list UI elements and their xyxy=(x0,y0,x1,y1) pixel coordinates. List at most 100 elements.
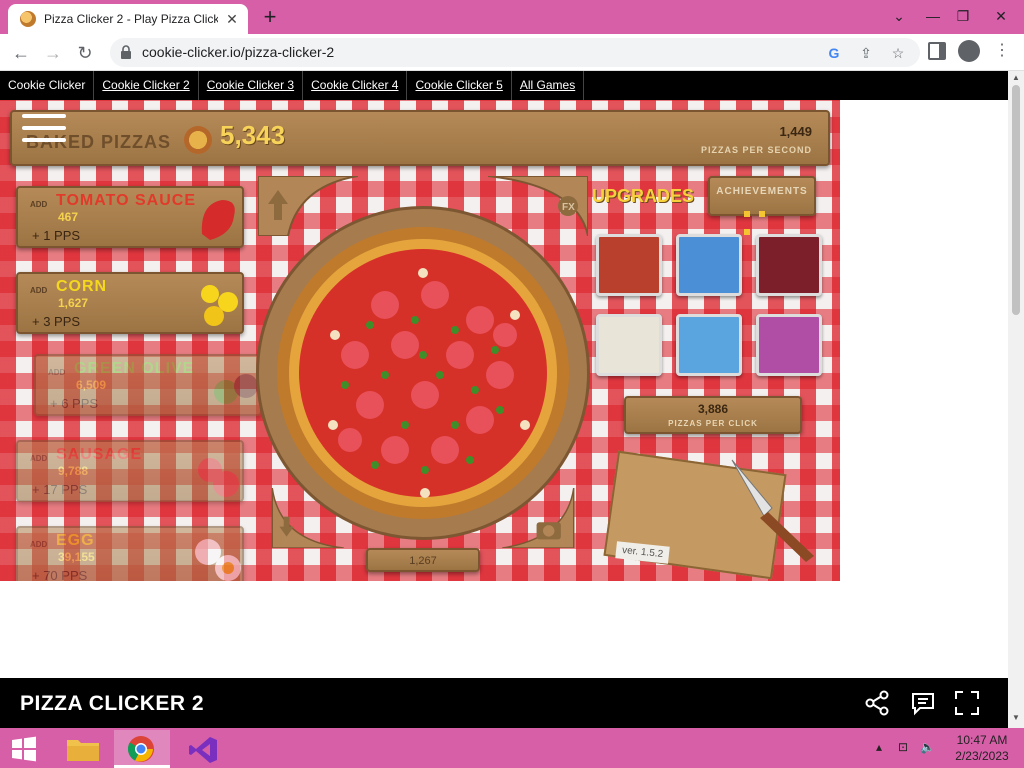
pizza-coin-icon xyxy=(184,126,212,154)
nav-link-cookie-clicker-4[interactable]: Cookie Clicker 4 xyxy=(303,71,408,100)
visual-studio-icon xyxy=(189,737,217,763)
lock-icon xyxy=(121,45,131,59)
fx-label: FX xyxy=(562,202,575,213)
ingredient-name: SAUSAGE xyxy=(56,446,143,463)
menu-kebab-icon[interactable]: ⋮ xyxy=(992,40,1012,62)
ppc-value: 3,886 xyxy=(697,402,729,416)
ingredient-add-label: ADD xyxy=(30,286,48,295)
ingredient-add-label: ADD xyxy=(30,540,48,549)
page-scrollbar[interactable]: ▲ ▼ xyxy=(1008,71,1024,728)
pizzas-per-click-panel: 3,886 PIZZAS PER CLICK xyxy=(624,396,802,434)
taskbar-visual-studio[interactable] xyxy=(176,730,232,768)
fullscreen-icon[interactable] xyxy=(954,690,980,716)
game-canvas[interactable]: BAKED PIZZAS 5,343 1,449 PIZZAS PER SECO… xyxy=(0,100,840,581)
upgrade-slot-2[interactable] xyxy=(676,234,742,296)
forward-icon[interactable]: → xyxy=(40,40,66,66)
nav-link-cookie-clicker-3[interactable]: Cookie Clicker 3 xyxy=(199,71,304,100)
new-tab-button[interactable]: + xyxy=(258,6,282,30)
knife-icon xyxy=(731,459,814,562)
scroll-thumb[interactable] xyxy=(1012,85,1020,315)
clock-date: 2/23/2023 xyxy=(955,749,1009,763)
upgrade-slot-5[interactable] xyxy=(676,314,742,376)
url-text: cookie-clicker.io/pizza-clicker-2 xyxy=(142,44,335,60)
windows-start-icon[interactable] xyxy=(10,736,38,762)
side-panel-icon[interactable] xyxy=(928,42,946,60)
upgrade-slot-6[interactable] xyxy=(756,314,822,376)
profile-avatar[interactable] xyxy=(958,40,980,62)
tab-title: Pizza Clicker 2 - Play Pizza Clicke xyxy=(44,12,218,26)
folder-icon xyxy=(67,740,99,761)
ingredient-sausage[interactable]: ADD SAUSAGE 9,788 + 17 PPS xyxy=(16,440,244,502)
ingredient-pps: + 17 PPS xyxy=(32,482,88,497)
ingredient-cost: 39,155 xyxy=(58,550,95,564)
green-olive-icon xyxy=(214,374,258,404)
ingredient-cost: 9,788 xyxy=(58,464,89,478)
ingredient-cost: 467 xyxy=(58,210,79,224)
ingredient-pps: + 1 PPS xyxy=(32,228,81,243)
achievements-button[interactable]: ACHIEVEMENTS xyxy=(708,176,816,235)
site-nav: Cookie Clicker Cookie Clicker 2 Cookie C… xyxy=(0,71,1008,100)
browser-toolbar: ← → ↻ cookie-clicker.io/pizza-clicker-2 … xyxy=(0,34,1024,71)
bookmark-star-icon[interactable]: ☆ xyxy=(888,43,908,63)
upgrade-slot-3[interactable] xyxy=(756,234,822,296)
pizza-favicon-icon xyxy=(20,11,36,27)
ingredient-cost: 1,627 xyxy=(58,296,89,310)
taskbar-file-explorer[interactable] xyxy=(56,730,112,768)
bottom-counter: 1,267 xyxy=(366,548,480,572)
clock-time: 10:47 AM xyxy=(956,733,1008,747)
ingredient-pps: + 3 PPS xyxy=(32,314,81,329)
ingredient-corn[interactable]: ADD CORN 1,627 + 3 PPS xyxy=(16,272,244,334)
tomato-sauce-icon xyxy=(201,200,235,240)
taskbar-clock[interactable]: 10:47 AM 2/23/2023 xyxy=(950,732,1014,764)
ingredient-egg[interactable]: ADD EGG 39,155 + 70 PPS xyxy=(16,526,244,581)
tab-search-icon[interactable]: ⌄ xyxy=(884,4,914,28)
sausage-icon xyxy=(198,458,239,497)
baked-pizzas-count: 5,343 xyxy=(220,120,286,150)
ingredient-green-olive[interactable]: ADD GREEN OLIVE 6,509 + 6 PPS xyxy=(34,354,262,416)
nav-link-cookie-clicker-5[interactable]: Cookie Clicker 5 xyxy=(407,71,512,100)
ingredient-add-label: ADD xyxy=(30,200,48,209)
nav-link-cookie-clicker-2[interactable]: Cookie Clicker 2 xyxy=(94,71,199,100)
google-lens-icon[interactable]: G xyxy=(824,43,844,63)
upgrade-slot-4[interactable] xyxy=(596,314,662,376)
taskbar-chrome[interactable] xyxy=(114,730,170,768)
pps-value: 1,449 xyxy=(779,124,812,139)
browser-tab[interactable]: Pizza Clicker 2 - Play Pizza Clicke ✕ xyxy=(8,4,248,34)
close-window-button[interactable]: ✕ xyxy=(986,4,1016,28)
ingredient-add-label: ADD xyxy=(30,454,48,463)
pizza-click-target[interactable] xyxy=(275,225,571,521)
upgrade-slot-1[interactable] xyxy=(596,234,662,296)
nav-link-all-games[interactable]: All Games xyxy=(512,71,585,100)
share-icon[interactable]: ⇪ xyxy=(856,43,876,63)
game-title: PIZZA CLICKER 2 xyxy=(20,692,205,715)
ppc-label: PIZZAS PER CLICK xyxy=(668,419,758,428)
back-icon[interactable]: ← xyxy=(8,40,34,66)
score-bar: BAKED PIZZAS 5,343 1,449 PIZZAS PER SECO… xyxy=(10,110,830,166)
achievements-label: ACHIEVEMENTS xyxy=(716,186,808,197)
ingredient-add-label: ADD xyxy=(48,368,66,377)
comments-icon[interactable] xyxy=(910,690,936,716)
minimize-button[interactable]: — xyxy=(918,4,948,28)
restore-button[interactable]: ❐ xyxy=(948,4,978,28)
chrome-icon xyxy=(127,736,154,762)
corn-icon xyxy=(201,285,238,326)
scroll-down-icon[interactable]: ▼ xyxy=(1011,713,1021,723)
browser-tabstrip: Pizza Clicker 2 - Play Pizza Clicke ✕ + … xyxy=(0,0,1024,34)
share-icon[interactable] xyxy=(864,690,890,716)
menu-hamburger-icon[interactable] xyxy=(22,114,66,146)
egg-icon xyxy=(195,539,241,581)
game-footer-bar: PIZZA CLICKER 2 xyxy=(0,678,1008,728)
network-icon[interactable]: ⊡ xyxy=(898,740,908,754)
tray-chevron-icon[interactable]: ▴ xyxy=(876,740,882,754)
address-bar[interactable]: cookie-clicker.io/pizza-clicker-2 G ⇪ ☆ xyxy=(110,38,920,67)
ingredient-pps: + 6 PPS xyxy=(50,396,99,411)
close-tab-icon[interactable]: ✕ xyxy=(224,11,240,27)
ingredient-tomato-sauce[interactable]: ADD TOMATO SAUCE 467 + 1 PPS xyxy=(16,186,244,248)
ingredient-name: GREEN OLIVE xyxy=(74,360,195,377)
volume-icon[interactable]: 🔈 xyxy=(920,740,935,754)
ingredient-cost: 6,509 xyxy=(76,378,107,392)
nav-link-cookie-clicker[interactable]: Cookie Clicker xyxy=(0,71,95,100)
scroll-up-icon[interactable]: ▲ xyxy=(1011,73,1021,83)
windows-taskbar: ▴ ⊡ 🔈 10:47 AM 2/23/2023 xyxy=(0,728,1024,768)
reload-icon[interactable]: ↻ xyxy=(72,40,98,66)
